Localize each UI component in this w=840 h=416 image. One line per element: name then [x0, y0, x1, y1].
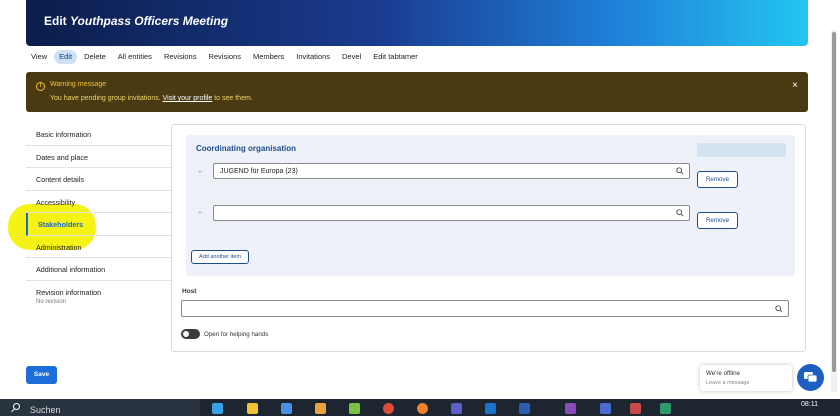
warning-text-before: You have pending group invitations.: [50, 95, 163, 102]
chat-status-text: We're offline: [706, 370, 740, 377]
drag-handle-icon[interactable]: ÷: [198, 210, 202, 217]
warning-message: ! Warning message You have pending group…: [26, 72, 808, 112]
tab-revisions[interactable]: Revisions: [159, 50, 202, 64]
sidebar-item-label: Revision information: [36, 287, 102, 297]
helping-hands-toggle[interactable]: [181, 329, 200, 339]
tab-delete[interactable]: Delete: [79, 50, 111, 64]
sidebar-item-accessibility[interactable]: Accessibility: [26, 191, 171, 213]
tab-invitations[interactable]: Invitations: [291, 50, 335, 64]
app-icon[interactable]: [660, 403, 671, 414]
local-tasks-tabs: View Edit Delete All entities Revisions …: [26, 50, 423, 64]
tab-edit[interactable]: Edit: [54, 50, 78, 64]
warning-text: You have pending group invitations. Visi…: [50, 95, 253, 102]
warning-icon: !: [36, 82, 45, 91]
add-another-item-button[interactable]: Add another item: [191, 250, 249, 264]
save-button[interactable]: Save: [26, 366, 57, 384]
chat-icon: [804, 372, 818, 383]
sidebar-item-summary: No revision: [36, 298, 67, 305]
visit-profile-link[interactable]: Visit your profile: [163, 95, 213, 102]
app-icon[interactable]: [349, 403, 360, 414]
os-taskbar: Suchen 08:11: [0, 399, 840, 416]
page-title-node: Youthpass Officers Meeting: [70, 14, 229, 28]
scrollbar-thumb[interactable]: [832, 32, 836, 372]
search-icon: [676, 209, 684, 217]
chat-status-bubble[interactable]: We're offline Leave a message: [700, 365, 792, 391]
app-icon[interactable]: [600, 403, 611, 414]
warning-text-after: to see them.: [212, 95, 253, 102]
coordinating-organisation-title: Coordinating organisation: [196, 144, 296, 153]
tab-all-entities[interactable]: All entities: [113, 50, 157, 64]
tab-edit-tabtamer[interactable]: Edit tabtamer: [368, 50, 423, 64]
helping-hands-label: Open for helping hands: [204, 331, 269, 338]
page-header: Edit Youthpass Officers Meeting: [26, 0, 808, 46]
onenote-icon[interactable]: [565, 403, 576, 414]
outlook-icon[interactable]: [485, 403, 496, 414]
toggle-knob: [183, 331, 189, 337]
store-icon[interactable]: [281, 403, 292, 414]
page-title-prefix: Edit: [44, 14, 70, 28]
remove-button[interactable]: Remove: [697, 212, 738, 229]
taskbar-search[interactable]: Suchen: [0, 399, 200, 416]
page: Edit Youthpass Officers Meeting View Edi…: [0, 0, 840, 416]
page-scrollbar[interactable]: [831, 30, 837, 392]
teams-icon[interactable]: [451, 403, 462, 414]
drag-handle-icon[interactable]: ÷: [198, 169, 202, 176]
warning-title: Warning message: [50, 81, 107, 88]
sidebar-item-revision-information[interactable]: Revision information No revision: [26, 281, 171, 315]
sidebar-item-dates-and-place[interactable]: Dates and place: [26, 146, 171, 168]
word-icon[interactable]: [519, 403, 530, 414]
vertical-tabs-nav: Basic information Dates and place Conten…: [26, 123, 171, 315]
search-icon: [775, 305, 783, 313]
media-icon[interactable]: [315, 403, 326, 414]
sidebar-item-stakeholders[interactable]: Stakeholders: [26, 213, 171, 236]
sidebar-item-administration[interactable]: Administration: [26, 236, 171, 258]
search-icon: [676, 167, 684, 175]
tab-members[interactable]: Members: [248, 50, 289, 64]
organisation-autocomplete-1[interactable]: JUGEND für Europa (23): [213, 163, 690, 179]
file-explorer-icon[interactable]: [247, 403, 258, 414]
chat-leave-message: Leave a message: [706, 380, 750, 386]
table-header-bar: [697, 143, 786, 157]
sidebar-item-additional-information[interactable]: Additional information: [26, 258, 171, 281]
taskbar-clock: 08:11: [801, 401, 818, 408]
page-title: Edit Youthpass Officers Meeting: [44, 14, 228, 28]
search-icon: [13, 403, 20, 410]
sidebar-item-content-details[interactable]: Content details: [26, 168, 171, 191]
tab-view[interactable]: View: [26, 50, 52, 64]
taskbar-search-label: Suchen: [30, 405, 61, 415]
close-icon[interactable]: ×: [792, 80, 798, 91]
chat-launcher-button[interactable]: [797, 364, 824, 391]
host-input[interactable]: [181, 300, 789, 317]
remove-button[interactable]: Remove: [697, 171, 738, 188]
tab-revisions-2[interactable]: Revisions: [203, 50, 246, 64]
chrome-icon[interactable]: [383, 403, 394, 414]
host-label: Host: [182, 288, 197, 295]
app-icon[interactable]: [630, 403, 641, 414]
tab-devel[interactable]: Devel: [337, 50, 366, 64]
edge-icon[interactable]: [212, 403, 223, 414]
firefox-icon[interactable]: [417, 403, 428, 414]
sidebar-item-basic-information[interactable]: Basic information: [26, 123, 171, 146]
organisation-autocomplete-2[interactable]: [213, 205, 690, 221]
